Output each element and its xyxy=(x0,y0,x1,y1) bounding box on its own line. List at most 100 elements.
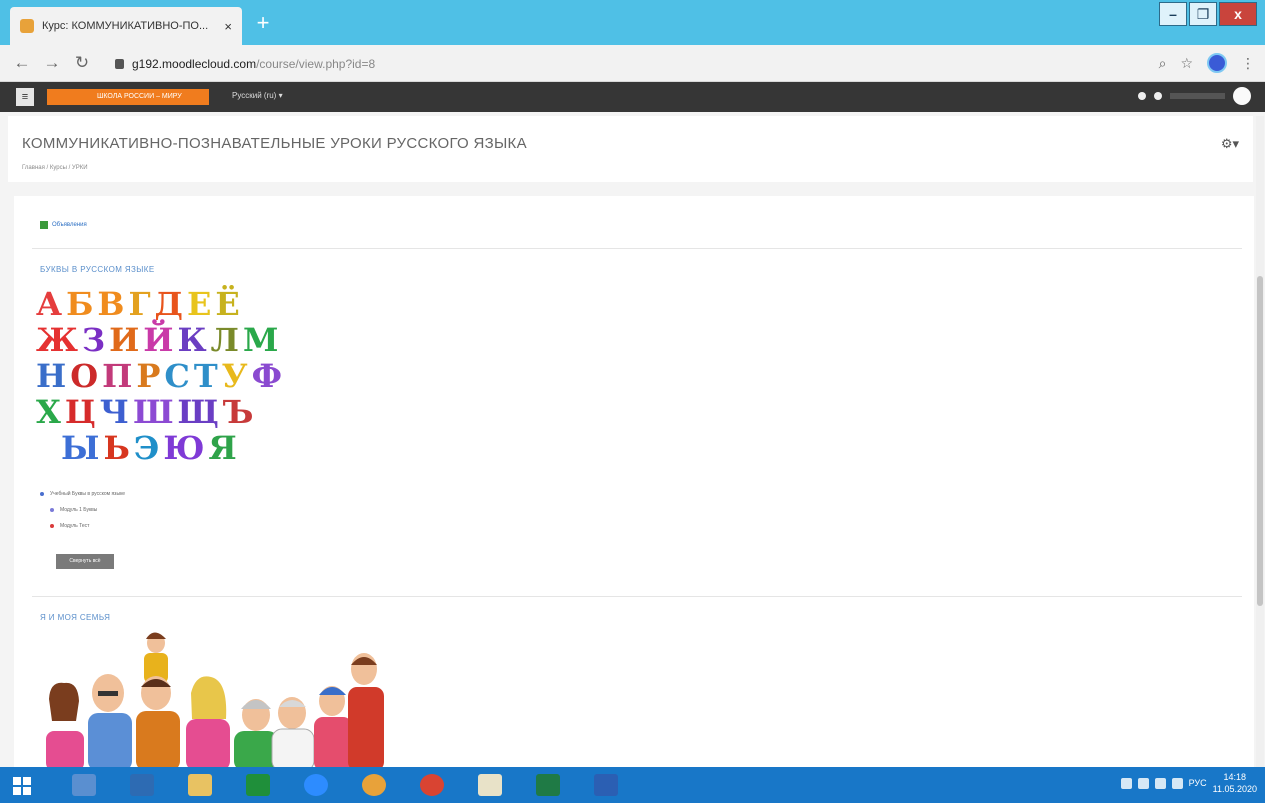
family-member-figure xyxy=(186,676,230,767)
close-window-button[interactable]: x xyxy=(1219,2,1257,26)
messages-icon[interactable] xyxy=(1154,92,1162,100)
alphabet-letter: С xyxy=(164,357,190,395)
user-name-blurred[interactable] xyxy=(1170,93,1225,99)
folder-taskbar-icon[interactable] xyxy=(176,770,224,800)
address-bar[interactable]: g192.moodlecloud.com/course/view.php?id=… xyxy=(115,52,1205,76)
announcements-link[interactable]: Объявления xyxy=(52,222,87,228)
settings-gear-icon[interactable]: ⚙▾ xyxy=(1221,136,1239,152)
alphabet-letter: Н xyxy=(36,357,67,395)
url-text: g192.moodlecloud.com/course/view.php?id=… xyxy=(132,57,376,71)
alphabet-letter: А xyxy=(36,285,63,323)
word-taskbar-icon[interactable] xyxy=(582,770,630,800)
module-item[interactable]: Учебный Буквы в русском языке xyxy=(40,491,125,497)
forward-arrow-icon[interactable]: → xyxy=(42,53,62,73)
section-divider xyxy=(32,596,1242,597)
store-taskbar-icon[interactable] xyxy=(234,770,282,800)
system-tray: РУС 14:18 11.05.2020 xyxy=(1120,771,1257,795)
nav-drawer-toggle[interactable]: ≡ xyxy=(16,88,34,106)
bookmark-star-icon[interactable]: ☆ xyxy=(1180,55,1193,72)
windows-start-icon[interactable] xyxy=(13,777,31,795)
file-explorer-taskbar-icon[interactable] xyxy=(60,770,108,800)
input-language[interactable]: РУС xyxy=(1189,778,1207,788)
volume-icon[interactable] xyxy=(1171,777,1183,789)
back-arrow-icon[interactable]: ← xyxy=(12,53,32,73)
alphabet-letter: У xyxy=(221,357,248,395)
alphabet-letter: Ч xyxy=(99,393,129,431)
alphabet-letter: Й xyxy=(143,321,174,359)
display-icon[interactable] xyxy=(1154,777,1166,789)
alphabet-letter: В xyxy=(97,285,125,323)
tab-close-icon[interactable]: × xyxy=(224,19,232,34)
zoom-icon[interactable]: ⌕ xyxy=(1159,55,1167,72)
moodle-favicon-icon xyxy=(20,19,34,33)
language-menu[interactable]: Русский (ru) ▾ xyxy=(232,91,283,100)
alphabet-letter: Щ xyxy=(177,393,219,431)
family-member-figure xyxy=(136,632,180,767)
alphabet-letter: Ь xyxy=(103,429,130,467)
module-item[interactable]: Модуль Тест xyxy=(40,523,125,529)
browser-menu-icon[interactable]: ⋮ xyxy=(1241,55,1255,72)
alphabet-row: АБВГДЕЁ xyxy=(36,286,282,322)
profile-avatar-icon[interactable] xyxy=(1207,53,1227,73)
family-member-figure xyxy=(88,674,132,767)
tab-title: Курс: КОММУНИКАТИВНО-ПО... xyxy=(42,20,209,32)
reload-icon[interactable]: ↻ xyxy=(72,53,92,73)
user-avatar[interactable] xyxy=(1233,87,1251,105)
alphabet-letter: Г xyxy=(128,285,151,323)
notifications-icon[interactable] xyxy=(1138,92,1146,100)
powershell-taskbar-icon[interactable] xyxy=(118,770,166,800)
alphabet-row: НОПРСТУФ xyxy=(36,358,282,394)
alphabet-letter: Ы xyxy=(61,429,100,467)
alphabet-letter: Ц xyxy=(64,393,96,431)
minimize-button[interactable]: – xyxy=(1159,2,1187,26)
lock-icon xyxy=(115,59,124,69)
network-icon[interactable] xyxy=(1120,777,1132,789)
module-icon xyxy=(50,524,54,528)
module-item[interactable]: Модуль 1 Буквы xyxy=(40,507,125,513)
alphabet-row: ЖЗИЙКЛМ xyxy=(36,322,282,358)
collapse-all-button[interactable]: Свернуть всё xyxy=(56,554,114,569)
alphabet-letter: Ю xyxy=(163,429,205,467)
site-name-link[interactable]: ШКОЛА РОССИИ – МИРУ xyxy=(47,89,209,105)
alphabet-letter: Х xyxy=(36,393,61,431)
zoom-taskbar-icon[interactable] xyxy=(292,770,340,800)
alphabet-letter: Ъ xyxy=(222,393,254,431)
browser-tabstrip: Курс: КОММУНИКАТИВНО-ПО... × + – ❐ x xyxy=(0,0,1265,45)
alphabet-letter: Д xyxy=(154,285,183,323)
forum-icon xyxy=(40,221,48,229)
page-header: КОММУНИКАТИВНО-ПОЗНАВАТЕЛЬНЫЕ УРОКИ РУСС… xyxy=(8,116,1253,182)
module-list: Учебный Буквы в русском языке Модуль 1 Б… xyxy=(40,491,125,539)
family-illustration xyxy=(46,632,384,767)
paint-taskbar-icon[interactable] xyxy=(350,770,398,800)
maximize-button[interactable]: ❐ xyxy=(1189,2,1217,26)
alphabet-row: ЫЬЭЮЯ xyxy=(36,430,282,466)
family-member-figure xyxy=(348,653,384,767)
scrollbar-thumb[interactable] xyxy=(1257,276,1263,606)
page-scrollbar[interactable] xyxy=(1256,116,1264,767)
alphabet-letter: З xyxy=(81,321,106,359)
new-tab-button[interactable]: + xyxy=(250,10,276,36)
clock[interactable]: 14:18 11.05.2020 xyxy=(1213,771,1257,795)
alphabet-letter: Т xyxy=(193,357,218,395)
alphabet-letter: Е xyxy=(187,285,212,323)
course-content: Объявления БУКВЫ В РУССКОМ ЯЗЫКЕ АБВГДЕЁ… xyxy=(14,196,1254,767)
flag-icon[interactable] xyxy=(1137,777,1149,789)
russian-alphabet-image: АБВГДЕЁЖЗИЙКЛМНОПРСТУФХЦЧШЩЪЫЬЭЮЯ xyxy=(36,286,282,466)
alphabet-letter: О xyxy=(70,357,99,395)
browser-tab[interactable]: Курс: КОММУНИКАТИВНО-ПО... × xyxy=(10,7,242,45)
announcements-forum[interactable]: Объявления xyxy=(40,221,87,229)
module-icon xyxy=(50,508,54,512)
module-icon xyxy=(40,492,44,496)
course-title: КОММУНИКАТИВНО-ПОЗНАВАТЕЛЬНЫЕ УРОКИ РУСС… xyxy=(22,135,527,152)
alphabet-letter: Ш xyxy=(132,393,174,431)
family-member-figure xyxy=(314,686,352,767)
chrome-taskbar-icon[interactable] xyxy=(408,770,456,800)
excel-taskbar-icon[interactable] xyxy=(524,770,572,800)
section-title-letters[interactable]: БУКВЫ В РУССКОМ ЯЗЫКЕ xyxy=(40,265,155,274)
alphabet-row: ХЦЧШЩЪ xyxy=(36,394,282,430)
notepad-taskbar-icon[interactable] xyxy=(466,770,514,800)
alphabet-letter: М xyxy=(242,321,279,359)
alphabet-letter: Ж xyxy=(36,321,78,359)
family-member-figure xyxy=(46,682,84,767)
breadcrumb[interactable]: Главная / Курсы / УРКИ xyxy=(22,165,88,171)
